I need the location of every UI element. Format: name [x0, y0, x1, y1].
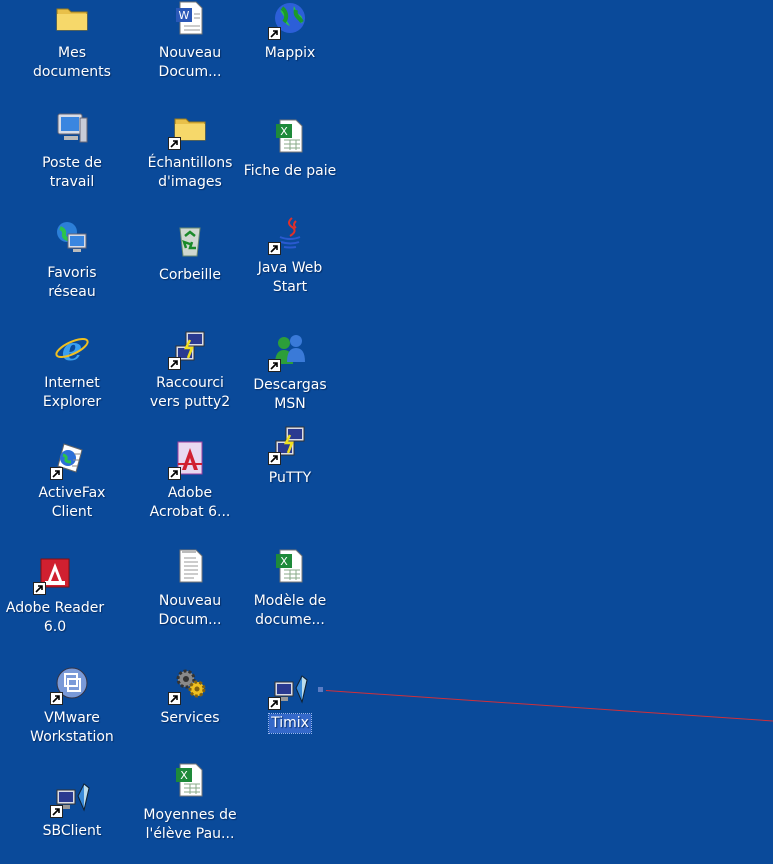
desktop-icon-label: Favoris réseau — [47, 265, 97, 300]
desktop-icon-corbeille[interactable]: Corbeille — [140, 222, 240, 285]
desktop-icon-timix[interactable]: Timix — [240, 670, 340, 734]
desktop-icon-poste-de-travail[interactable]: Poste de travail — [22, 110, 122, 192]
desktop-icon-raccourci-putty2[interactable]: Raccourci vers putty2 — [140, 330, 240, 412]
desktop-icon-vmware[interactable]: VMware Workstation — [22, 665, 122, 747]
desktop-icon-label: Nouveau Docum... — [158, 593, 222, 628]
shortcut-arrow-icon — [50, 467, 63, 480]
folder-icon — [54, 0, 90, 36]
shortcut-arrow-icon — [168, 357, 181, 370]
desktop-icon-label: Mappix — [264, 45, 316, 61]
desktop-icon-mes-documents[interactable]: Mes documents — [22, 0, 122, 82]
desktop: Mes documents W Nouveau Docum... Mappix Post… — [0, 0, 773, 864]
internet-explorer-icon: e — [54, 330, 90, 366]
msn-icon — [268, 332, 308, 372]
desktop-icon-java-web-start[interactable]: Java Web Start — [240, 215, 340, 297]
desktop-icon-label: Mes documents — [33, 45, 111, 80]
shortcut-arrow-icon — [168, 692, 181, 705]
desktop-icon-label: Services — [160, 710, 220, 726]
network-client-icon — [268, 670, 308, 710]
svg-text:X: X — [180, 769, 188, 782]
desktop-icon-services[interactable]: Services — [140, 665, 240, 728]
desktop-icon-label: Corbeille — [159, 267, 221, 283]
fax-icon — [50, 440, 90, 480]
desktop-icon-nouveau-doc-texte[interactable]: Nouveau Docum... — [140, 548, 240, 630]
network-icon — [54, 220, 90, 256]
recycle-bin-icon — [172, 222, 208, 258]
desktop-icon-putty[interactable]: PuTTY — [240, 425, 340, 488]
shortcut-arrow-icon — [268, 359, 281, 372]
shortcut-arrow-icon — [168, 137, 181, 150]
vmware-icon — [50, 665, 90, 705]
putty-icon — [268, 425, 308, 465]
desktop-icon-label: Adobe Acrobat 6... — [149, 485, 231, 520]
desktop-icon-label: Échantillons d'images — [147, 155, 233, 190]
desktop-icon-descargas-msn[interactable]: Descargas MSN — [240, 332, 340, 414]
globe-icon — [268, 0, 308, 40]
desktop-icon-mappix[interactable]: Mappix — [240, 0, 340, 63]
shortcut-arrow-icon — [268, 242, 281, 255]
word-document-icon: W — [172, 0, 208, 36]
desktop-icon-label: Java Web Start — [257, 260, 323, 295]
desktop-icon-sbclient[interactable]: SBClient — [22, 778, 122, 841]
text-document-icon — [172, 548, 208, 584]
desktop-icon-label: Moyennes de l'élève Pau... — [143, 807, 237, 842]
desktop-icon-label: ActiveFax Client — [38, 485, 106, 520]
desktop-icon-activefax[interactable]: ActiveFax Client — [22, 440, 122, 522]
desktop-icon-echantillons-images[interactable]: Échantillons d'images — [140, 110, 240, 192]
services-gear-icon — [168, 665, 208, 705]
excel-icon: X — [272, 548, 308, 584]
desktop-icon-label: PuTTY — [268, 470, 312, 486]
svg-text:X: X — [280, 125, 288, 138]
desktop-icon-nouveau-doc-word[interactable]: W Nouveau Docum... — [140, 0, 240, 82]
desktop-icon-label: Fiche de paie — [243, 163, 337, 179]
desktop-icon-label: Descargas MSN — [253, 377, 327, 412]
desktop-icon-label: Nouveau Docum... — [158, 45, 222, 80]
desktop-icon-internet-explorer[interactable]: e Internet Explorer — [22, 330, 122, 412]
svg-text:e: e — [62, 330, 82, 366]
putty-icon — [168, 330, 208, 370]
shortcut-arrow-icon — [50, 805, 63, 818]
desktop-icon-label: SBClient — [42, 823, 102, 839]
desktop-icon-adobe-reader[interactable]: Adobe Reader 6.0 — [5, 555, 105, 637]
desktop-icon-adobe-acrobat[interactable]: Adobe Acrobat 6... — [140, 440, 240, 522]
computer-icon — [54, 110, 90, 146]
shortcut-arrow-icon — [268, 452, 281, 465]
shortcut-arrow-icon — [33, 582, 46, 595]
desktop-icon-label: VMware Workstation — [30, 710, 114, 745]
desktop-icon-fiche-de-paie[interactable]: X Fiche de paie — [240, 118, 340, 181]
adobe-reader-icon — [33, 555, 73, 595]
shortcut-arrow-icon — [268, 27, 281, 40]
desktop-icon-moyennes[interactable]: X Moyennes de l'élève Pau... — [140, 762, 240, 844]
java-icon — [268, 215, 308, 255]
svg-text:X: X — [280, 555, 288, 568]
shortcut-arrow-icon — [168, 467, 181, 480]
folder-icon — [168, 110, 208, 150]
desktop-icon-label: Internet Explorer — [42, 375, 102, 410]
desktop-icon-label: Modèle de docume... — [253, 593, 327, 628]
excel-icon: X — [272, 118, 308, 154]
acrobat-icon — [168, 440, 208, 480]
shortcut-arrow-icon — [268, 697, 281, 710]
desktop-icon-label: Raccourci vers putty2 — [149, 375, 231, 410]
annotation-line — [325, 690, 773, 722]
shortcut-arrow-icon — [50, 692, 63, 705]
network-client-icon — [50, 778, 90, 818]
svg-text:W: W — [179, 9, 190, 22]
desktop-icon-modele-document[interactable]: X Modèle de docume... — [240, 548, 340, 630]
desktop-icon-label: Adobe Reader 6.0 — [5, 600, 105, 635]
desktop-icon-label: Poste de travail — [42, 155, 102, 190]
desktop-icon-label: Timix — [268, 713, 312, 734]
desktop-icon-favoris-reseau[interactable]: Favoris réseau — [22, 220, 122, 302]
excel-icon: X — [172, 762, 208, 798]
